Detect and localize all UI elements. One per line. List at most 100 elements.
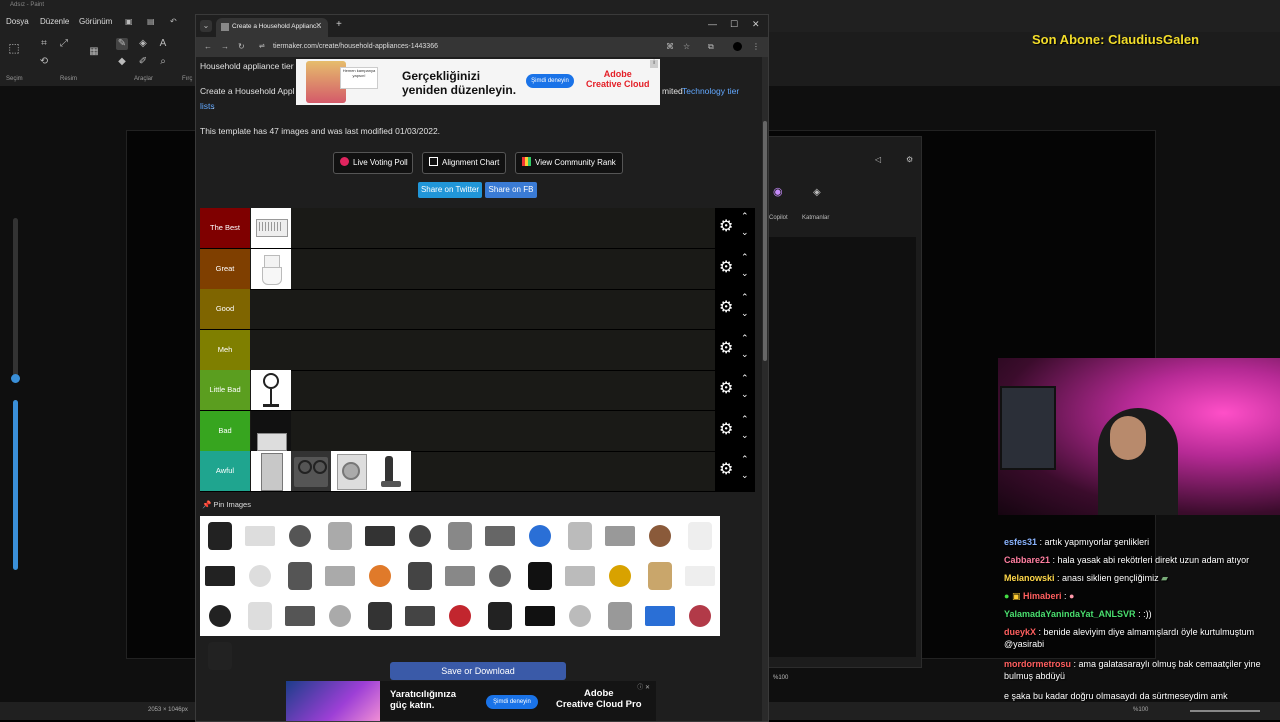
- waffle-maker-item[interactable]: [200, 636, 240, 676]
- gear-icon[interactable]: ⚙: [719, 259, 733, 277]
- fill-icon[interactable]: ◈: [137, 38, 149, 50]
- tier-items[interactable]: [251, 208, 711, 248]
- showerhead-item[interactable]: [480, 556, 520, 596]
- page-scrollbar[interactable]: [762, 57, 768, 721]
- close-window-icon[interactable]: ✕: [752, 19, 760, 30]
- tier-items[interactable]: [251, 289, 711, 329]
- gear-icon[interactable]: ⚙: [719, 299, 733, 317]
- slow-cooker-item[interactable]: [440, 516, 480, 556]
- folder-icon[interactable]: ▤: [147, 17, 155, 26]
- rotate-icon[interactable]: ⟲: [38, 56, 50, 68]
- vacuum-item[interactable]: [680, 596, 720, 636]
- tier-items[interactable]: [251, 330, 711, 370]
- pin-images-toggle[interactable]: 📌 Pin Images: [202, 500, 251, 509]
- griddle-item[interactable]: [640, 516, 680, 556]
- tier-items[interactable]: [251, 370, 711, 410]
- url-field[interactable]: ⇌ tiermaker.com/create/household-applian…: [256, 39, 646, 55]
- back-icon[interactable]: ←: [204, 42, 212, 51]
- layers-icon[interactable]: ◈: [813, 187, 821, 198]
- hot-plate-item[interactable]: [400, 556, 440, 596]
- crop-icon[interactable]: ⌗: [38, 38, 50, 50]
- bathtub-item[interactable]: [240, 516, 280, 556]
- dryer-item[interactable]: [600, 516, 640, 556]
- save-download-button[interactable]: Save or Download: [390, 662, 566, 680]
- microwave-item[interactable]: [680, 556, 720, 596]
- rice-cooker-item[interactable]: [280, 596, 320, 636]
- gas-grill-item[interactable]: [240, 556, 280, 596]
- tv-item[interactable]: [640, 596, 680, 636]
- tier-label[interactable]: Meh: [200, 329, 250, 370]
- menu-file[interactable]: Dosya: [6, 17, 29, 26]
- toaster-oven-item[interactable]: [560, 596, 600, 636]
- bookmark-star-icon[interactable]: ☆: [683, 42, 690, 51]
- chest-freezer-item[interactable]: [680, 516, 720, 556]
- ironing-board-item[interactable]: [560, 556, 600, 596]
- ad-info-icon[interactable]: i: [650, 60, 658, 68]
- gas-stove-item[interactable]: [291, 451, 331, 491]
- tier-label[interactable]: Awful: [200, 451, 250, 491]
- toaster-item[interactable]: [600, 596, 640, 636]
- chevron-up-icon[interactable]: ⌃: [741, 333, 749, 344]
- sewing-machine-item[interactable]: [320, 596, 360, 636]
- chevron-down-icon[interactable]: ⌄: [741, 470, 749, 481]
- paper-shredder-item[interactable]: [240, 596, 280, 636]
- ad-banner-bottom[interactable]: Yaratıcılığınıza güç katın. Şimdi deneyi…: [286, 681, 656, 721]
- gear-icon[interactable]: ⚙: [719, 340, 733, 358]
- speaker-item[interactable]: [480, 596, 520, 636]
- stand-mixer-item[interactable]: [440, 596, 480, 636]
- opacity-slider[interactable]: [13, 400, 18, 570]
- copilot-icon[interactable]: ◉: [773, 185, 783, 198]
- share-icon[interactable]: ◁: [875, 155, 881, 164]
- tier-label[interactable]: Little Bad: [200, 370, 250, 410]
- lamp-item[interactable]: [640, 556, 680, 596]
- tier-items[interactable]: [251, 410, 711, 451]
- ad-banner-top[interactable]: Hemen kampanya yapsın! Gerçekliğinizi ye…: [296, 59, 660, 105]
- coffee-grinder-item[interactable]: [360, 516, 400, 556]
- curling-iron-item[interactable]: [480, 516, 520, 556]
- ad-info-icon[interactable]: ⓘ ✕: [637, 682, 650, 691]
- color-picker-icon[interactable]: ✐: [137, 56, 149, 68]
- select-icon[interactable]: ⬚: [8, 42, 20, 54]
- settings-icon[interactable]: ⚙: [906, 155, 913, 164]
- slider-knob[interactable]: [11, 374, 20, 383]
- menu-edit[interactable]: Düzenle: [40, 17, 69, 26]
- computer-item[interactable]: [520, 516, 560, 556]
- gear-icon[interactable]: ⚙: [719, 218, 733, 236]
- extensions-icon[interactable]: ⧉: [708, 42, 714, 52]
- minimize-icon[interactable]: —: [708, 19, 717, 29]
- side-zoom[interactable]: %100: [773, 675, 788, 681]
- image-tools-icon[interactable]: ▦: [88, 46, 100, 58]
- refrigerator-item[interactable]: [251, 451, 291, 491]
- chevron-up-icon[interactable]: ⌃: [741, 292, 749, 303]
- reload-icon[interactable]: ↻: [238, 42, 245, 51]
- community-rank-button[interactable]: View Community Rank: [515, 152, 623, 174]
- ad-cta-button[interactable]: Şimdi deneyin: [486, 695, 538, 709]
- technology-tier-link[interactable]: Technology tier: [682, 86, 739, 96]
- share-twitter-button[interactable]: Share on Twitter: [418, 182, 482, 198]
- air-fryer-item[interactable]: [200, 516, 240, 556]
- chevron-down-icon[interactable]: ⌄: [741, 268, 749, 279]
- dishwasher-item[interactable]: [560, 516, 600, 556]
- tier-label[interactable]: Bad: [200, 410, 250, 451]
- maximize-icon[interactable]: ☐: [730, 19, 738, 30]
- air-conditioner-item[interactable]: [251, 208, 291, 248]
- straightener-item[interactable]: [520, 596, 560, 636]
- chevron-up-icon[interactable]: ⌃: [741, 373, 749, 384]
- gear-icon[interactable]: ⚙: [719, 461, 733, 479]
- tier-label[interactable]: Great: [200, 248, 250, 289]
- washing-machine-item[interactable]: [331, 451, 371, 491]
- undo-icon[interactable]: ↶: [170, 17, 177, 26]
- share-facebook-button[interactable]: Share on FB: [485, 182, 537, 198]
- scrollbar-thumb[interactable]: [763, 121, 767, 361]
- menu-dots-icon[interactable]: ⋮: [752, 42, 760, 51]
- brush-size-slider[interactable]: [11, 218, 20, 383]
- ceiling-fan-item[interactable]: [320, 516, 360, 556]
- hand-mixer-item[interactable]: [320, 556, 360, 596]
- smoker-item[interactable]: [400, 596, 440, 636]
- text-icon[interactable]: A: [157, 38, 169, 50]
- translate-icon[interactable]: ⌘: [666, 42, 674, 51]
- chevron-down-icon[interactable]: ⌄: [741, 430, 749, 441]
- gear-icon[interactable]: ⚙: [719, 380, 733, 398]
- electric-grill-item[interactable]: [200, 556, 240, 596]
- menu-view[interactable]: Görünüm: [79, 17, 112, 26]
